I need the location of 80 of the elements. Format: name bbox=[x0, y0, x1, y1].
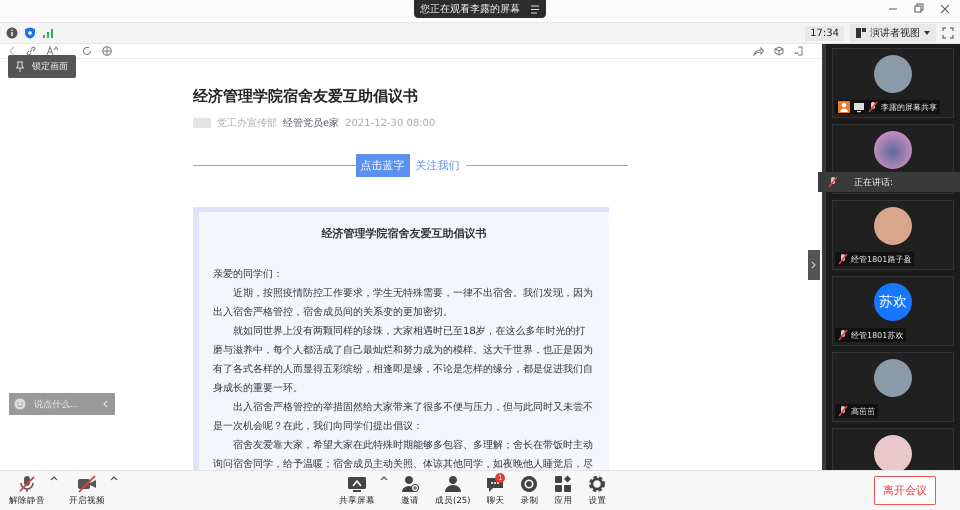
font-size-icon[interactable] bbox=[46, 46, 58, 56]
participant-tile[interactable]: 高茁茁 bbox=[832, 352, 954, 422]
paragraph: 就如同世界上没有两颗同样的珍珠，大家相遇时已至18岁，在这么多年时光的打磨与滋养中，每个人都活成了自己最灿烂和努力成为的模样。这大千世界，也正是因为有了各式各样的人而显得五彩缤纷，相逢即是缘，不论是怎样的缘分，都是促进我们自身成长的重要一环。 bbox=[213, 324, 594, 396]
layout-icon bbox=[856, 28, 866, 38]
lock-screen-tooltip[interactable]: 锁定画面 bbox=[8, 55, 76, 78]
record-icon bbox=[520, 474, 538, 492]
leave-meeting-button[interactable]: 离开会议 bbox=[874, 476, 936, 505]
salutation: 亲爱的同学们： bbox=[213, 268, 284, 282]
avatar-photo-placeholder bbox=[874, 435, 912, 470]
participant-tile[interactable]: 李露的屏幕共享 bbox=[832, 48, 954, 118]
toolbar-button[interactable]: 应用 bbox=[551, 474, 576, 506]
caret-icon[interactable] bbox=[110, 474, 118, 480]
add-person-icon bbox=[401, 474, 419, 492]
tag-placeholder bbox=[193, 118, 211, 128]
back-icon[interactable] bbox=[8, 46, 16, 56]
avatar-picture bbox=[874, 131, 912, 169]
participant-tile[interactable]: 经管1801路子盈 bbox=[832, 200, 954, 270]
shield-icon[interactable] bbox=[24, 27, 36, 39]
muted-mic-icon bbox=[18, 474, 36, 492]
follow-text: 关注我们 bbox=[414, 158, 460, 173]
participant-name: 李露的屏幕共享 bbox=[881, 102, 937, 112]
share-arrow-icon[interactable] bbox=[753, 46, 764, 56]
paragraph: 近期，按照疫情防控工作要求，学生无特殊需要，一律不出宿舍。我们发现，因为出入宿舍严格管控，宿舍成员间的关系变的更加密切。 bbox=[213, 286, 594, 320]
caret-icon bbox=[924, 31, 930, 35]
avatar-photo-placeholder bbox=[874, 55, 912, 93]
refresh-icon[interactable] bbox=[82, 46, 92, 56]
avatar-photo-placeholder bbox=[874, 359, 912, 397]
initials-avatar: 苏欢 bbox=[874, 283, 912, 321]
muted-mic-icon bbox=[828, 176, 838, 188]
paragraph: 出入宿舍严格管控的举措固然给大家带来了很多不便与压力，但与此同时又未尝不是一次机会呢？在此，我们向同学们提出倡议： bbox=[213, 400, 594, 434]
muted-mic-icon bbox=[838, 405, 848, 417]
collapse-icon bbox=[102, 400, 108, 408]
card-title: 经济管理学院宿舍友爱互助倡议书 bbox=[320, 226, 488, 241]
muted-mic-icon bbox=[838, 329, 848, 341]
banner-text: 您正在观看李露的屏幕 bbox=[420, 2, 520, 16]
caret-icon[interactable] bbox=[380, 474, 388, 480]
toolbar-button[interactable]: 设置 bbox=[585, 474, 610, 506]
paragraph: 宿舍友爱靠大家，希望大家在此特殊时期能够多包容、多理解；舍长在带饭时主动询问宿舍同学，给予温暖；宿舍成员主动关照、体谅其他同学，如夜晚他人睡觉后，尽 bbox=[213, 438, 594, 470]
speaking-label: 正在讲话: bbox=[854, 176, 894, 188]
publish-date: 2021-12-30 08:00 bbox=[345, 118, 436, 128]
muted-mic-icon bbox=[868, 101, 878, 113]
globe-icon[interactable] bbox=[102, 46, 112, 56]
restore-icon[interactable] bbox=[914, 3, 924, 15]
document-icon[interactable] bbox=[794, 46, 804, 56]
fullscreen-icon[interactable] bbox=[942, 27, 954, 39]
person-icon bbox=[444, 474, 462, 492]
chat-bar[interactable]: 说点什么... bbox=[9, 393, 115, 415]
article-title: 经济管理学院宿舍友爱互助倡议书 bbox=[193, 87, 419, 106]
toolbar-button[interactable]: 邀请 bbox=[398, 474, 422, 506]
muted-mic-icon bbox=[838, 253, 848, 265]
muted-camera-icon bbox=[77, 474, 97, 492]
participant-name: 经管1801苏欢 bbox=[851, 330, 904, 340]
info-icon[interactable] bbox=[6, 27, 18, 39]
close-icon[interactable] bbox=[940, 3, 950, 15]
tooltip-text: 锁定画面 bbox=[32, 60, 68, 73]
emoji-icon bbox=[14, 398, 26, 410]
avatar-photo-placeholder bbox=[874, 207, 912, 245]
toolbar-button[interactable]: 成员(25) bbox=[432, 474, 474, 506]
menu-icon[interactable] bbox=[530, 4, 540, 14]
view-mode-dropdown[interactable]: 演讲者视图 bbox=[850, 24, 936, 42]
author-name: 党工办宣传部 bbox=[217, 116, 277, 130]
pin-icon bbox=[16, 61, 24, 72]
settings-icon bbox=[588, 474, 606, 492]
chat-input[interactable]: 说点什么... bbox=[32, 398, 96, 410]
account-link[interactable]: 经管党员e家 bbox=[283, 116, 340, 130]
link-icon[interactable] bbox=[26, 46, 36, 56]
toolbar-button[interactable]: 共享屏幕 bbox=[336, 474, 378, 506]
caret-icon[interactable] bbox=[50, 474, 58, 480]
apps-grid-icon bbox=[554, 474, 572, 492]
panel-toggle[interactable] bbox=[808, 250, 820, 280]
participant-name: 经管1801路子盈 bbox=[851, 254, 912, 264]
clock-time: 17:34 bbox=[805, 26, 844, 40]
screen-share-icon bbox=[347, 474, 367, 492]
participant-name: 高茁茁 bbox=[851, 406, 875, 416]
toolbar-button[interactable]: 录制 bbox=[517, 474, 542, 506]
chevron-icon bbox=[811, 261, 817, 269]
cube-icon[interactable] bbox=[774, 46, 784, 56]
toolbar-button[interactable]: 开启视频 bbox=[66, 474, 108, 506]
toolbar-button[interactable]: 解除静音 bbox=[6, 474, 48, 506]
participant-tile[interactable]: 苏欢 经管1801苏欢 bbox=[832, 276, 954, 346]
